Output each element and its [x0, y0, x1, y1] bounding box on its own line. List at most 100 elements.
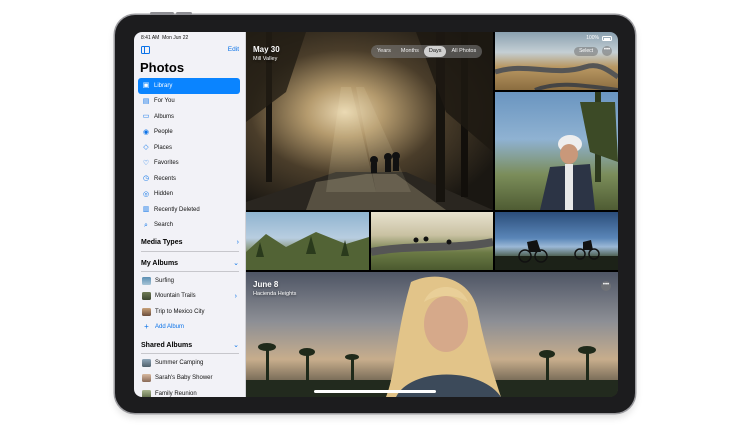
search-icon: ⌕ [144, 221, 148, 229]
day-title: May 30 [253, 45, 280, 54]
photo-hills[interactable] [246, 212, 369, 270]
photo-grid: May 30 Mill Valley June 8 Hacienda Heigh… [246, 32, 618, 397]
silhouette-scene [495, 240, 618, 270]
library-list: ▣ Library ▤ For You ▭ Albums ◉ People ◇ [138, 78, 240, 233]
sidebar-item-library[interactable]: ▣ Library [138, 78, 240, 94]
add-album-button[interactable]: + Add Album [138, 320, 240, 336]
battery-icon [602, 35, 612, 41]
shared-albums-header[interactable]: Shared Albums ⌄ [141, 341, 239, 350]
trash-icon: ▥ [142, 206, 150, 214]
home-indicator[interactable] [314, 390, 436, 393]
stage: 8:41 AM Mon Jun 22 100% Edit Photos ▣ Li… [0, 0, 750, 430]
section-label: Media Types [141, 239, 183, 246]
segment-years[interactable]: Years [372, 46, 396, 57]
album-trip-to-mexico-city[interactable]: Trip to Mexico City [138, 304, 240, 320]
media-types-header[interactable]: Media Types › [141, 239, 239, 246]
sidebar-item-label: Favorites [154, 160, 179, 167]
segment-days[interactable]: Days [423, 46, 447, 57]
sidebar-item-recents[interactable]: ◷ Recents [138, 171, 240, 187]
album-label: Mountain Trails [155, 293, 196, 300]
view-segmented-control: Years Months Days All Photos [371, 45, 483, 58]
sidebar: Edit Photos ▣ Library ▤ For You ▭ Albums… [134, 32, 246, 397]
sidebar-item-label: Albums [154, 113, 175, 120]
sidebar-item-places[interactable]: ◇ Places [138, 140, 240, 156]
for-you-icon: ▤ [142, 97, 150, 105]
edit-button[interactable]: Edit [228, 46, 239, 53]
shared-albums-list: Summer Camping Sarah's Baby Shower Famil… [138, 355, 240, 397]
eye-icon: ◎ [142, 190, 150, 198]
select-button[interactable]: Select [574, 47, 598, 56]
album-label: Trip to Mexico City [155, 308, 205, 315]
photo-cyclist[interactable] [495, 92, 618, 210]
album-label: Sarah's Baby Shower [155, 375, 213, 382]
volume-button [150, 12, 174, 15]
shared-album-family-reunion[interactable]: Family Reunion [138, 386, 240, 397]
status-indicators: 100% [586, 35, 612, 41]
album-thumbnail [142, 389, 151, 397]
photo-group-ride[interactable] [371, 212, 493, 270]
day-title: June 8 [253, 280, 279, 289]
album-label: Family Reunion [155, 390, 197, 397]
chevron-right-icon: › [236, 239, 239, 246]
album-thumbnail [142, 374, 151, 383]
clock-icon: ◷ [142, 175, 150, 183]
chevron-down-icon: ⌄ [233, 342, 239, 349]
day-subtitle: Mill Valley [253, 56, 278, 62]
sidebar-item-people[interactable]: ◉ People [138, 125, 240, 141]
sidebar-item-label: People [154, 129, 173, 136]
album-mountain-trails[interactable]: Mountain Trails › [138, 289, 240, 305]
chevron-down-icon: ⌄ [233, 260, 239, 267]
more-options-icon[interactable]: ••• [601, 281, 611, 291]
battery-percent: 100% [586, 35, 599, 41]
sidebar-item-label: Places [154, 144, 173, 151]
people-icon: ◉ [142, 128, 150, 136]
album-surfing[interactable]: Surfing [138, 273, 240, 289]
sidebar-item-label: Recents [154, 175, 177, 182]
portrait-scene [246, 276, 618, 397]
album-thumbnail [142, 358, 151, 367]
photo-portrait[interactable]: June 8 Hacienda Heights ••• [246, 272, 618, 397]
shared-album-summer-camping[interactable]: Summer Camping [138, 355, 240, 371]
heart-icon: ♡ [142, 159, 150, 167]
photo-silhouette-riders[interactable] [495, 212, 618, 270]
ipad-screen: 8:41 AM Mon Jun 22 100% Edit Photos ▣ Li… [134, 32, 618, 397]
group-ride-scene [371, 236, 493, 256]
places-icon: ◇ [143, 144, 149, 152]
photo-library-icon: ▣ [142, 82, 150, 90]
sidebar-item-label: For You [154, 98, 175, 105]
my-albums-list: Surfing Mountain Trails › Trip to Mexico… [138, 273, 240, 335]
album-label: Summer Camping [155, 359, 204, 366]
segment-months[interactable]: Months [396, 46, 424, 57]
more-options-icon[interactable]: ••• [602, 46, 612, 56]
sidebar-item-albums[interactable]: ▭ Albums [138, 109, 240, 125]
divider [141, 251, 239, 252]
sidebar-item-recently-deleted[interactable]: ▥ Recently Deleted [138, 202, 240, 218]
sidebar-title: Photos [140, 60, 185, 75]
shared-album-baby-shower[interactable]: Sarah's Baby Shower [138, 371, 240, 387]
section-label: My Albums [141, 259, 179, 267]
sidebar-toggle-icon[interactable] [141, 46, 150, 54]
divider [141, 353, 239, 354]
sidebar-item-for-you[interactable]: ▤ For You [138, 94, 240, 110]
sidebar-item-hidden[interactable]: ◎ Hidden [138, 187, 240, 203]
day-subtitle: Hacienda Heights [253, 291, 297, 297]
power-button [176, 12, 192, 15]
album-thumbnail [142, 307, 151, 316]
album-thumbnail [142, 292, 151, 301]
sidebar-item-favorites[interactable]: ♡ Favorites [138, 156, 240, 172]
hills-scene [246, 232, 369, 270]
albums-icon: ▭ [142, 113, 150, 121]
forest-road-scene [246, 32, 493, 210]
plus-icon: + [144, 322, 149, 332]
album-thumbnail [142, 276, 151, 285]
section-label: Shared Albums [141, 341, 193, 349]
divider [141, 271, 239, 272]
sidebar-item-search[interactable]: ⌕ Search [138, 218, 240, 234]
sidebar-item-label: Hidden [154, 191, 174, 198]
album-label: Surfing [155, 277, 175, 284]
my-albums-header[interactable]: My Albums ⌄ [141, 259, 239, 268]
sidebar-item-label: Search [154, 222, 174, 229]
cyclist-scene [540, 92, 618, 210]
segment-all-photos[interactable]: All Photos [446, 46, 481, 57]
photo-forest-road[interactable]: May 30 Mill Valley [246, 32, 493, 210]
